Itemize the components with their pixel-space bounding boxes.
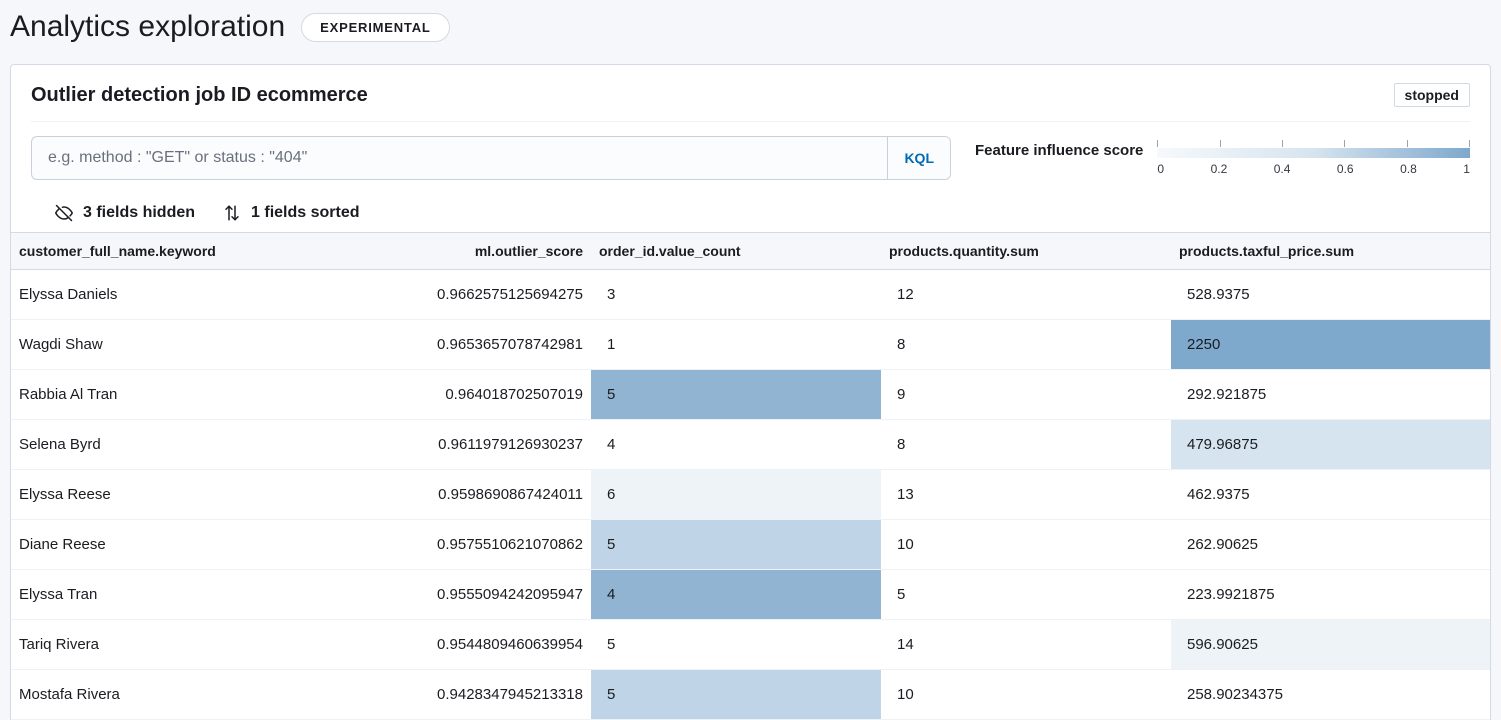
legend-tick-mark (1344, 140, 1345, 147)
table-row[interactable]: Diane Reese0.9575510621070862510262.9062… (11, 520, 1490, 570)
panel-header: Outlier detection job ID ecommerce stopp… (11, 65, 1490, 121)
kql-button[interactable]: KQL (887, 137, 950, 179)
cell-outlier-score: 0.9598690867424011 (301, 470, 591, 520)
cell-quantity: 10 (881, 670, 1171, 720)
cell-order-count: 5 (591, 620, 881, 670)
controls-row: KQL Feature influence score 0 0.2 0.4 (11, 122, 1490, 194)
panel-title: Outlier detection job ID ecommerce (31, 84, 368, 107)
cell-customer: Wagdi Shaw (11, 320, 301, 370)
cell-quantity: 9 (881, 370, 1171, 420)
legend-tick-mark (1282, 140, 1283, 147)
legend-tick: 0.6 (1337, 162, 1354, 176)
sort-icon (223, 204, 241, 222)
cell-customer: Rabbia Al Tran (11, 370, 301, 420)
cell-price: 258.90234375 (1171, 670, 1490, 720)
table-row[interactable]: Mostafa Rivera0.9428347945213318510258.9… (11, 670, 1490, 720)
table-header-row: customer_full_name.keyword ml.outlier_sc… (11, 233, 1490, 270)
cell-customer: Tariq Rivera (11, 620, 301, 670)
column-header-customer[interactable]: customer_full_name.keyword (11, 233, 301, 270)
cell-price: 479.96875 (1171, 420, 1490, 470)
table-row[interactable]: Elyssa Reese0.9598690867424011613462.937… (11, 470, 1490, 520)
cell-customer: Diane Reese (11, 520, 301, 570)
cell-price: 528.9375 (1171, 270, 1490, 320)
legend-label: Feature influence score (975, 140, 1143, 159)
cell-order-count: 5 (591, 370, 881, 420)
table-row[interactable]: Elyssa Daniels0.9662575125694275312528.9… (11, 270, 1490, 320)
column-header-price[interactable]: products.taxful_price.sum (1171, 233, 1490, 270)
cell-quantity: 8 (881, 320, 1171, 370)
cell-customer: Mostafa Rivera (11, 670, 301, 720)
legend-gradient (1157, 148, 1470, 158)
cell-outlier-score: 0.9611979126930237 (301, 420, 591, 470)
cell-customer: Elyssa Daniels (11, 270, 301, 320)
legend-tick: 0.2 (1211, 162, 1228, 176)
cell-outlier-score: 0.9544809460639954 (301, 620, 591, 670)
results-table: customer_full_name.keyword ml.outlier_sc… (11, 232, 1490, 720)
cell-quantity: 14 (881, 620, 1171, 670)
cell-customer: Elyssa Reese (11, 470, 301, 520)
column-header-outlier-score[interactable]: ml.outlier_score (301, 233, 591, 270)
table-row[interactable]: Tariq Rivera0.9544809460639954514596.906… (11, 620, 1490, 670)
sorted-fields-button[interactable]: 1 fields sorted (223, 204, 359, 222)
search-input[interactable] (32, 137, 887, 179)
cell-outlier-score: 0.9653657078742981 (301, 320, 591, 370)
table-row[interactable]: Selena Byrd0.961197912693023748479.96875 (11, 420, 1490, 470)
cell-price: 462.9375 (1171, 470, 1490, 520)
legend-tick-mark (1220, 140, 1221, 147)
legend-tick-mark (1469, 140, 1470, 147)
cell-outlier-score: 0.9555094242095947 (301, 570, 591, 620)
cell-quantity: 12 (881, 270, 1171, 320)
legend-tick: 0.8 (1400, 162, 1417, 176)
column-header-order-count[interactable]: order_id.value_count (591, 233, 881, 270)
cell-price: 223.9921875 (1171, 570, 1490, 620)
cell-outlier-score: 0.964018702507019 (301, 370, 591, 420)
cell-order-count: 4 (591, 570, 881, 620)
cell-quantity: 5 (881, 570, 1171, 620)
cell-quantity: 10 (881, 520, 1171, 570)
cell-price: 262.90625 (1171, 520, 1490, 570)
hidden-fields-button[interactable]: 3 fields hidden (55, 204, 195, 222)
legend-tick-labels: 0 0.2 0.4 0.6 0.8 1 (1157, 162, 1470, 176)
legend-scale: 0 0.2 0.4 0.6 0.8 1 (1157, 140, 1470, 176)
cell-quantity: 8 (881, 420, 1171, 470)
legend-tick: 1 (1463, 162, 1470, 176)
legend-tick: 0.4 (1274, 162, 1291, 176)
table-toolbar: 3 fields hidden 1 fields sorted (11, 194, 1490, 232)
cell-order-count: 5 (591, 670, 881, 720)
table-row[interactable]: Elyssa Tran0.955509424209594745223.99218… (11, 570, 1490, 620)
page-title: Analytics exploration (10, 10, 285, 44)
cell-price: 596.90625 (1171, 620, 1490, 670)
cell-outlier-score: 0.9575510621070862 (301, 520, 591, 570)
table-row[interactable]: Wagdi Shaw0.9653657078742981182250 (11, 320, 1490, 370)
sorted-fields-label: 1 fields sorted (251, 204, 359, 222)
status-badge: stopped (1394, 83, 1470, 107)
table-row[interactable]: Rabbia Al Tran0.96401870250701959292.921… (11, 370, 1490, 420)
legend-tick-marks (1157, 140, 1470, 148)
cell-price: 292.921875 (1171, 370, 1490, 420)
column-header-quantity[interactable]: products.quantity.sum (881, 233, 1171, 270)
cell-outlier-score: 0.9662575125694275 (301, 270, 591, 320)
legend-tick-mark (1407, 140, 1408, 147)
cell-outlier-score: 0.9428347945213318 (301, 670, 591, 720)
cell-order-count: 6 (591, 470, 881, 520)
search-bar: KQL (31, 136, 951, 180)
experimental-badge: EXPERIMENTAL (301, 13, 449, 42)
eye-off-icon (55, 204, 73, 222)
cell-customer: Elyssa Tran (11, 570, 301, 620)
cell-quantity: 13 (881, 470, 1171, 520)
cell-customer: Selena Byrd (11, 420, 301, 470)
results-panel: Outlier detection job ID ecommerce stopp… (10, 64, 1491, 720)
cell-order-count: 3 (591, 270, 881, 320)
cell-order-count: 4 (591, 420, 881, 470)
cell-price: 2250 (1171, 320, 1490, 370)
legend-tick: 0 (1157, 162, 1164, 176)
feature-influence-legend: Feature influence score 0 0.2 0.4 0.6 0.… (975, 140, 1470, 176)
cell-order-count: 1 (591, 320, 881, 370)
page-header: Analytics exploration EXPERIMENTAL (0, 0, 1501, 64)
cell-order-count: 5 (591, 520, 881, 570)
legend-tick-mark (1157, 140, 1158, 147)
hidden-fields-label: 3 fields hidden (83, 204, 195, 222)
